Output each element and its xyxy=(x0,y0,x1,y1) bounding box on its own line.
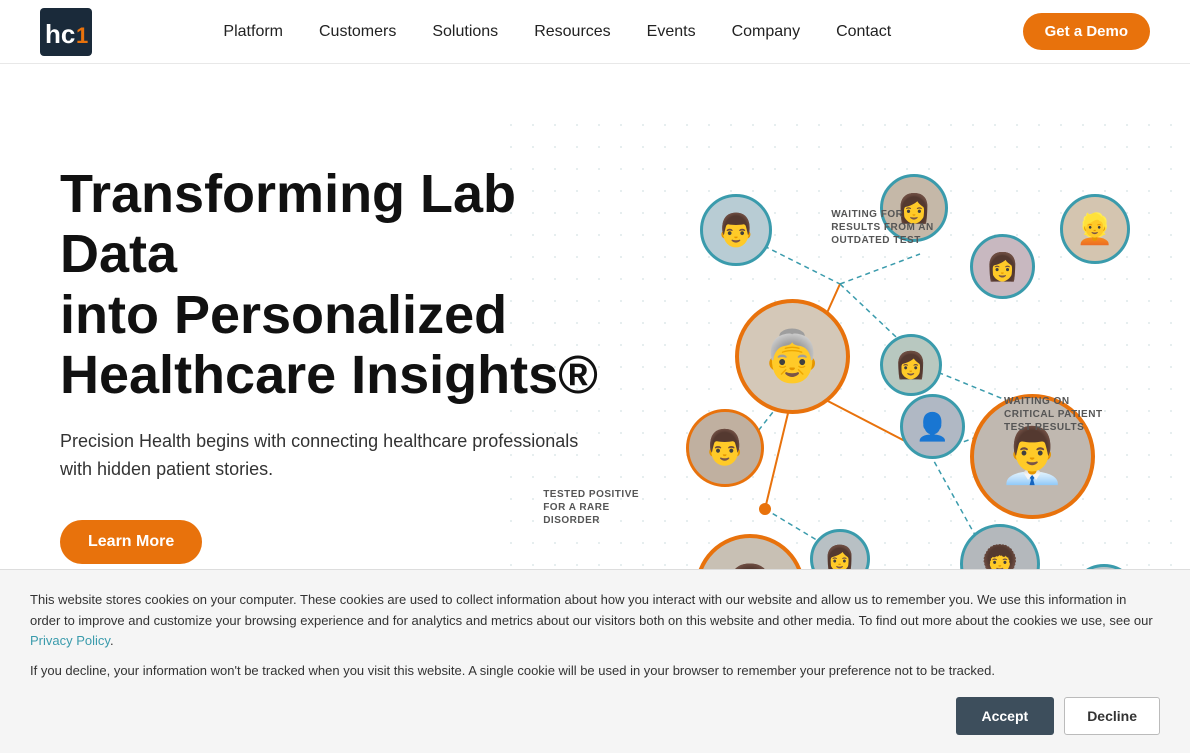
avatar-person-6: 👨 xyxy=(686,409,764,487)
cookie-banner: This website stores cookies on your comp… xyxy=(0,569,1190,753)
logo[interactable]: hc 1 xyxy=(40,8,92,56)
nav-contact[interactable]: Contact xyxy=(836,23,891,41)
hero-text-block: Transforming Lab Data into Personalized … xyxy=(60,164,610,564)
avatar-person-5: 👩 xyxy=(880,334,942,396)
avatar-person-1: 👨 xyxy=(700,194,772,266)
get-demo-button[interactable]: Get a Demo xyxy=(1023,13,1150,50)
network-label-2: WAITING ONCRITICAL PATIENTTEST RESULTS xyxy=(1004,395,1103,434)
main-nav: hc 1 Platform Customers Solutions Resour… xyxy=(0,0,1190,64)
nav-customers[interactable]: Customers xyxy=(319,23,396,41)
nav-links: Platform Customers Solutions Resources E… xyxy=(223,23,891,41)
decline-cookies-button[interactable]: Decline xyxy=(1064,697,1160,735)
avatar-person-3: 👱 xyxy=(1060,194,1130,264)
nav-solutions[interactable]: Solutions xyxy=(432,23,498,41)
cookie-main-text: This website stores cookies on your comp… xyxy=(30,590,1160,650)
cookie-button-group: Accept Decline xyxy=(30,697,1160,735)
svg-text:hc: hc xyxy=(45,19,75,49)
hero-section: Transforming Lab Data into Personalized … xyxy=(0,64,1190,634)
privacy-policy-link[interactable]: Privacy Policy xyxy=(30,633,110,648)
nav-events[interactable]: Events xyxy=(647,23,696,41)
network-label-1: WAITING FORRESULTS FROM ANOUTDATED TEST xyxy=(831,208,934,247)
nav-platform[interactable]: Platform xyxy=(223,23,283,41)
avatar-main-person: 👵 xyxy=(735,299,850,414)
nav-company[interactable]: Company xyxy=(732,23,800,41)
accept-cookies-button[interactable]: Accept xyxy=(956,697,1055,735)
avatar-person-4: 👩 xyxy=(970,234,1035,299)
hero-subtext: Precision Health begins with connecting … xyxy=(60,428,610,484)
cookie-decline-text: If you decline, your information won't b… xyxy=(30,661,1160,681)
nav-resources[interactable]: Resources xyxy=(534,23,610,41)
learn-more-button[interactable]: Learn More xyxy=(60,520,202,564)
svg-text:1: 1 xyxy=(76,23,88,48)
hero-headline: Transforming Lab Data into Personalized … xyxy=(60,164,610,406)
avatar-person-7: 👤 xyxy=(900,394,965,459)
logo-icon: hc 1 xyxy=(40,8,92,56)
